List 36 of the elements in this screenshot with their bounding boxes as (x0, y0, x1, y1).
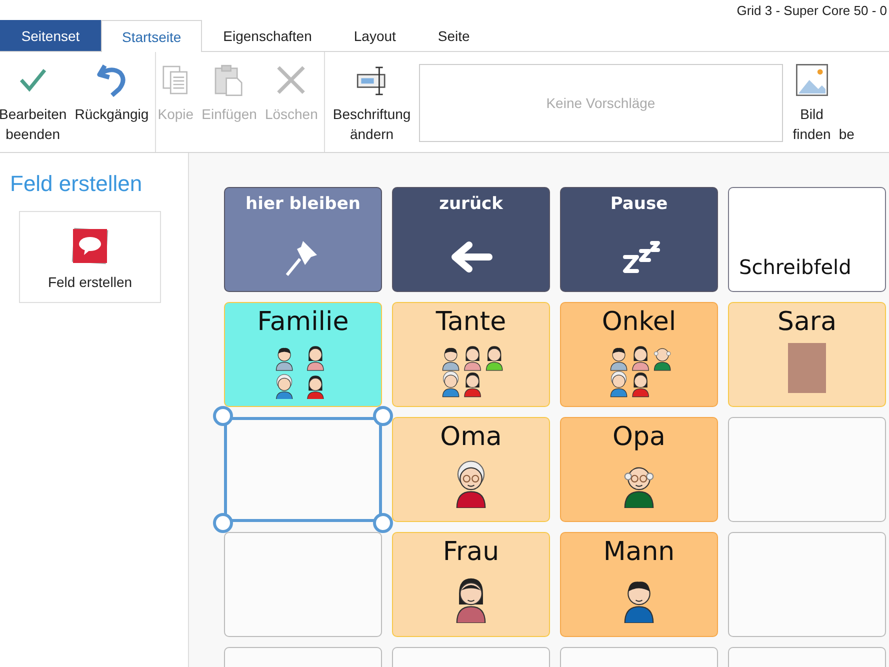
navigation-cell[interactable]: zurück (392, 187, 550, 292)
ribbon-button[interactable]: Beschriftung ändern (330, 60, 413, 146)
ribbon-tab[interactable]: Eigenschaften (202, 20, 333, 51)
suggestions-box: Keine Vorschläge (418, 64, 783, 142)
ribbon-tab[interactable]: Startseite (101, 20, 202, 52)
empty-cell[interactable] (224, 417, 382, 522)
empty-cell[interactable] (224, 532, 382, 637)
app-menu-tab[interactable]: Seitenset (0, 20, 101, 51)
navigation-cell[interactable]: Pause (560, 187, 718, 292)
resize-handle[interactable] (373, 406, 393, 426)
text-field-cell[interactable]: Schreibfeld (728, 187, 886, 292)
navigation-cell[interactable]: hier bleiben (224, 187, 382, 292)
resize-handle[interactable] (213, 513, 233, 533)
symbol-cell[interactable]: Tante (392, 302, 550, 407)
resize-handle[interactable] (373, 513, 393, 533)
empty-cell[interactable] (728, 532, 886, 637)
ribbon-button[interactable]: Bearbeiten beenden (0, 60, 69, 146)
create-cell-button[interactable]: Feld erstellen (19, 211, 161, 303)
resize-handle[interactable] (213, 406, 233, 426)
symbol-cell[interactable]: Frau (392, 532, 550, 637)
ribbon-button[interactable]: Bild finden (790, 60, 833, 146)
empty-cell[interactable] (728, 417, 886, 522)
symbol-cell[interactable]: Familie (224, 302, 382, 407)
symbol-cell[interactable]: Opa (560, 417, 718, 522)
symbol-cell[interactable]: Onkel (560, 302, 718, 407)
symbol-cell[interactable]: Oma (392, 417, 550, 522)
ribbon-button[interactable]: be (836, 60, 856, 146)
window-title: Grid 3 - Super Core 50 - 0 (736, 2, 887, 18)
symbol-cell[interactable]: Mann (560, 532, 718, 637)
ribbon-tab[interactable]: Layout (332, 20, 417, 51)
image-icon (794, 62, 830, 98)
ribbon-tab[interactable]: Seite (416, 20, 491, 51)
ribbon-button[interactable]: Rückgängig (72, 60, 151, 146)
panel-title: Feld erstellen (10, 171, 142, 197)
symbol-cell[interactable]: Sara (728, 302, 886, 407)
photo-placeholder (788, 343, 826, 393)
